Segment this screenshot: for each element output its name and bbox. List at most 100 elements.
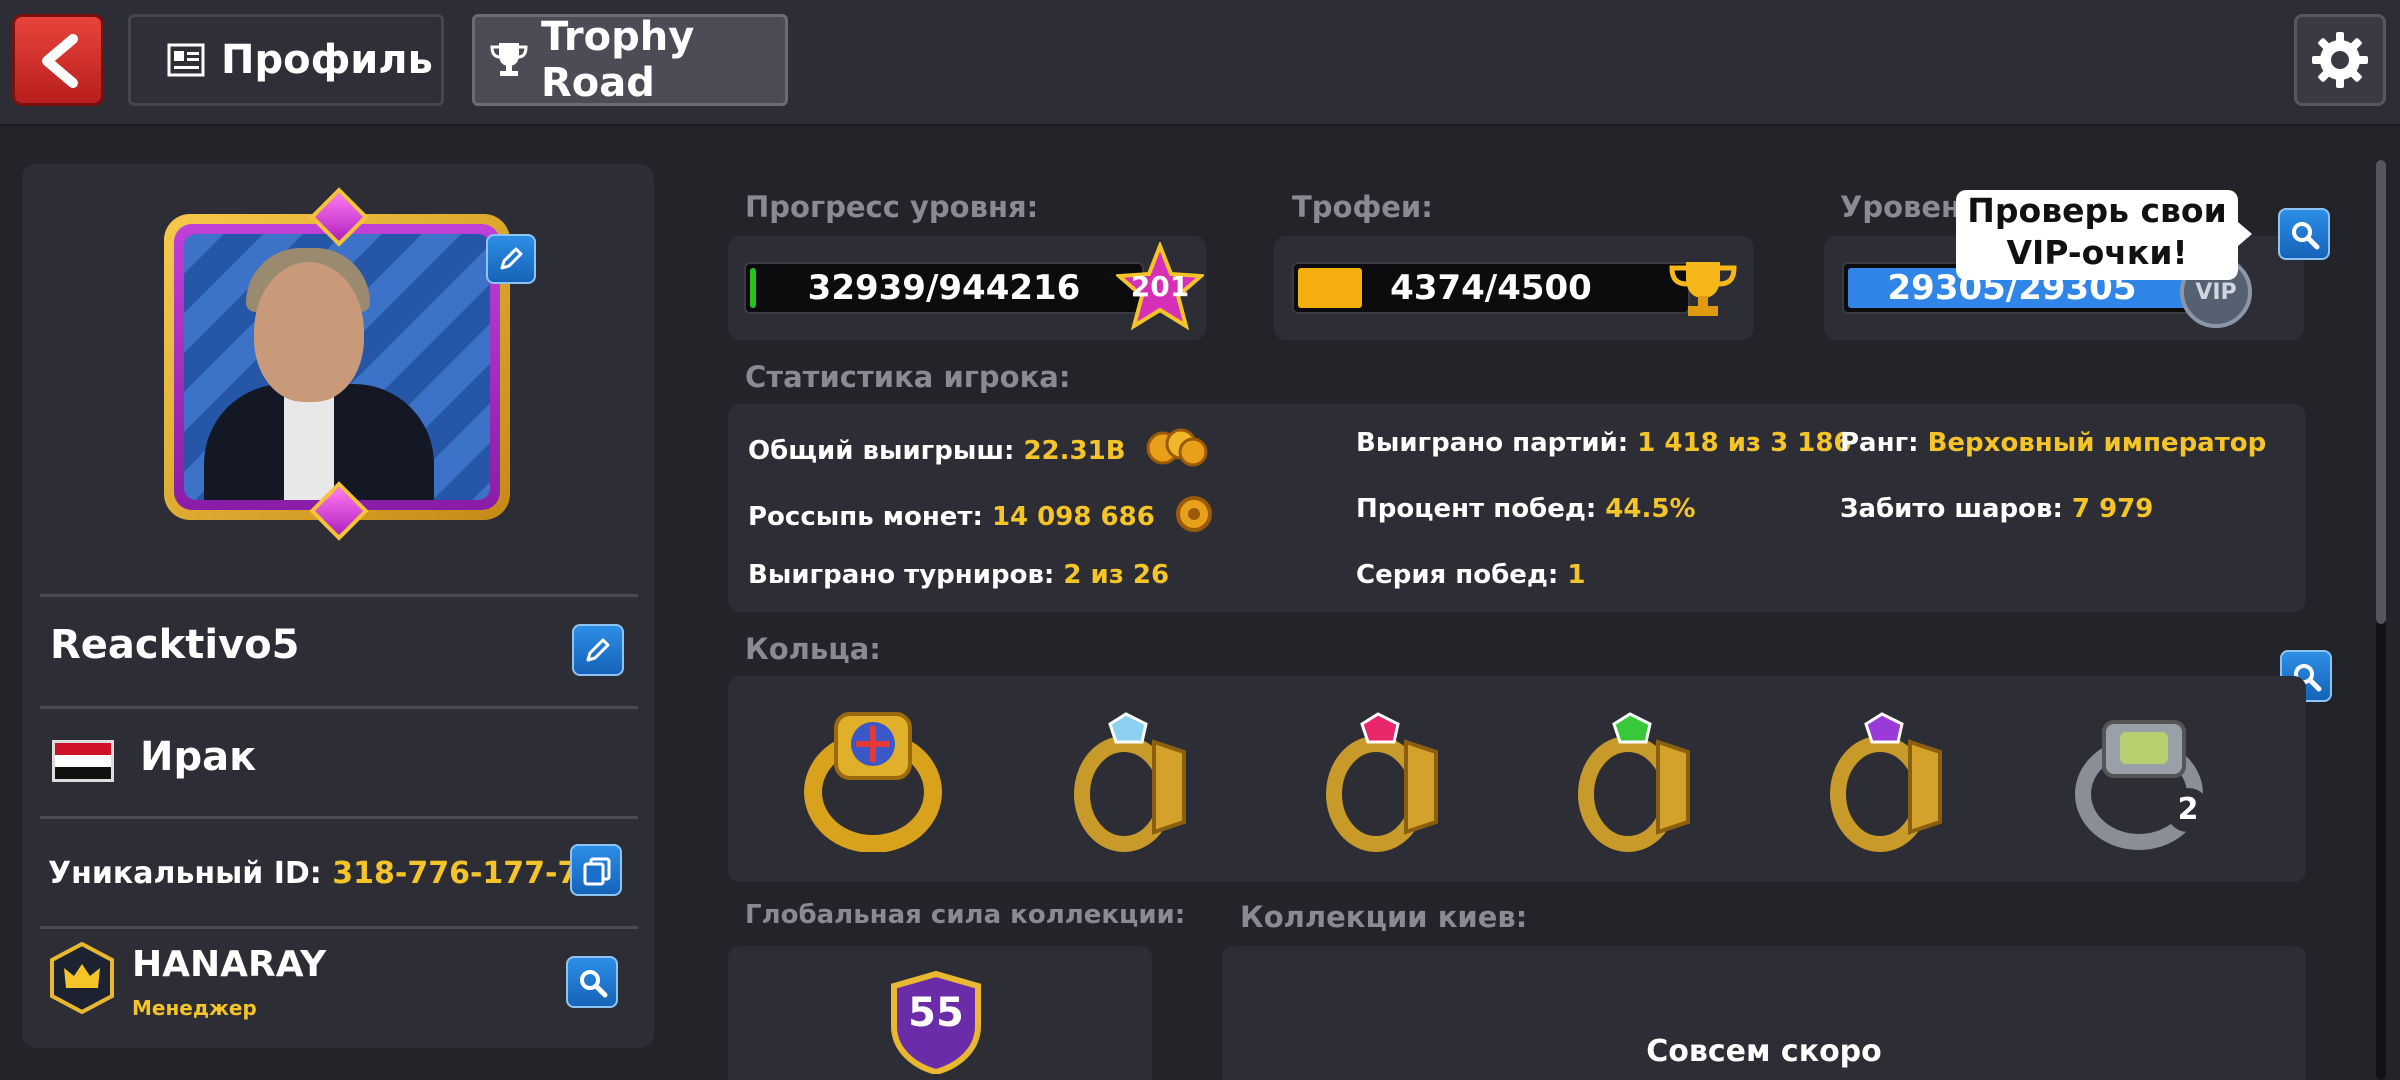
- scrollbar[interactable]: [2376, 160, 2386, 1080]
- rings-title: Кольца:: [745, 632, 881, 666]
- stat-value: 2 из 26: [1063, 560, 1170, 590]
- tab-profile-label: Профиль: [221, 37, 433, 83]
- avatar-frame: [164, 214, 510, 520]
- profile-panel: Reacktivo5 Ирак Уникальный ID: 318-776-1…: [22, 164, 654, 1048]
- copy-icon: [583, 857, 611, 886]
- stat-value: 1: [1567, 560, 1586, 590]
- trophies-bar: 4374/4500: [1292, 262, 1690, 314]
- cue-collections-box: Совсем скоро: [1222, 946, 2306, 1080]
- divider: [40, 816, 638, 819]
- level-progress-box: 32939/944216 201: [728, 236, 1206, 340]
- trophy-cup-icon: [1669, 262, 1737, 316]
- ring-heist-emerald-icon: [1578, 712, 1690, 852]
- iraq-flag-icon: [52, 740, 114, 782]
- country-name: Ирак: [140, 734, 257, 780]
- settings-button[interactable]: [2294, 14, 2386, 106]
- edit-username-button[interactable]: [572, 624, 624, 676]
- pencil-icon: [586, 638, 610, 662]
- unique-id-row: Уникальный ID: 318-776-177-7: [48, 856, 578, 891]
- stat-win-streak: Серия побед: 1: [1356, 560, 1585, 590]
- stat-games-won: Выиграно партий: 1 418 из 3 186: [1356, 428, 1852, 458]
- stat-label: Серия побед:: [1356, 560, 1559, 590]
- vip-search-button[interactable]: [2278, 208, 2330, 260]
- collection-power-label: Глобальная сила коллекции:: [745, 900, 1186, 930]
- tab-profile[interactable]: Профиль: [128, 14, 444, 106]
- ring-item[interactable]: [798, 702, 948, 853]
- tab-trophy-road-label: Trophy Road: [541, 14, 695, 106]
- vip-tooltip: Проверь свои VIP-очки!: [1956, 190, 2252, 280]
- stat-total-winnings: Общий выигрыш: 22.31B: [748, 428, 1209, 475]
- divider: [40, 706, 638, 709]
- collection-power-value: 55: [908, 990, 964, 1036]
- club-search-button[interactable]: [566, 956, 618, 1008]
- ring-heist-diamond-icon: [1074, 712, 1186, 852]
- stat-label: Выиграно партий:: [1356, 428, 1629, 458]
- ring-item[interactable]: [1306, 702, 1456, 852]
- ring-item[interactable]: 2: [2064, 702, 2214, 852]
- avatar-image: [184, 234, 490, 500]
- back-arrow-icon: [42, 34, 78, 88]
- level-star-badge: 201: [1114, 240, 1206, 332]
- ring-item[interactable]: [1054, 702, 1204, 852]
- collection-power-shield-icon: 55: [890, 970, 982, 1076]
- ring-masters-icon: [804, 712, 942, 853]
- scrollbar-thumb[interactable]: [2376, 160, 2386, 624]
- stat-label: Забито шаров:: [1840, 494, 2063, 524]
- top-bar: Профиль Trophy Road: [0, 0, 2400, 126]
- club-role: Менеджер: [132, 996, 257, 1020]
- copy-id-button[interactable]: [570, 844, 622, 896]
- level-progress-value: 32939/944216: [807, 268, 1081, 308]
- trophies-value: 4374/4500: [1390, 268, 1592, 308]
- stat-value: 14 098 686: [991, 502, 1155, 532]
- vip-badge-label: VIP: [2195, 279, 2237, 305]
- avatar: [164, 187, 536, 544]
- ring-count-badge: 2: [2166, 788, 2210, 832]
- pencil-icon: [500, 247, 523, 270]
- cue-collections-label: Коллекции киев:: [1240, 900, 1528, 934]
- tab-trophy-road[interactable]: Trophy Road: [472, 14, 788, 106]
- stat-rank: Ранг: Верховный император: [1840, 428, 2266, 458]
- stat-value: 7 979: [2071, 494, 2154, 524]
- divider: [40, 926, 638, 929]
- divider: [40, 594, 638, 597]
- stat-label: Процент побед:: [1356, 494, 1597, 524]
- edit-avatar-button[interactable]: [486, 234, 536, 284]
- ring-item[interactable]: [1810, 702, 1960, 852]
- club-crown-icon: [50, 941, 114, 1015]
- stat-label: Россыпь монет:: [748, 502, 983, 532]
- unique-id-label: Уникальный ID:: [48, 856, 322, 891]
- back-button[interactable]: [12, 14, 104, 106]
- stat-tournaments-won: Выиграно турниров: 2 из 26: [748, 560, 1169, 590]
- coin-icon: [1174, 494, 1214, 541]
- stat-value: 44.5%: [1605, 494, 1696, 524]
- ring-heist-ruby-icon: [1326, 712, 1438, 852]
- rings-box: 2: [728, 676, 2306, 882]
- level-progress-label: Прогресс уровня:: [745, 190, 1039, 224]
- trophies-label: Трофеи:: [1292, 190, 1433, 224]
- stat-label: Выиграно турниров:: [748, 560, 1055, 590]
- stat-win-rate: Процент побед: 44.5%: [1356, 494, 1696, 524]
- trophy-icon: [489, 41, 529, 79]
- player-stats-box: Общий выигрыш: 22.31B Выиграно партий: 1…: [728, 404, 2306, 612]
- stat-value: 1 418 из 3 186: [1637, 428, 1852, 458]
- player-stats-title: Статистика игрока:: [745, 360, 1071, 394]
- ring-heist-amethyst-icon: [1830, 712, 1942, 852]
- stat-balls-potted: Забито шаров: 7 979: [1840, 494, 2153, 524]
- coming-soon-text: Совсем скоро: [1646, 1034, 1882, 1069]
- coins-stack-icon: [1145, 428, 1209, 475]
- trophies-box: 4374/4500: [1274, 236, 1754, 340]
- unique-id-value: 318-776-177-7: [332, 856, 579, 891]
- stat-value: 22.31B: [1023, 436, 1126, 466]
- club-name: HANARAY: [132, 944, 327, 985]
- level-number: 201: [1130, 270, 1190, 303]
- gear-icon: [2312, 32, 2368, 88]
- username: Reacktivo5: [50, 622, 300, 668]
- search-icon: [2292, 222, 2320, 250]
- stat-coin-scatter: Россыпь монет: 14 098 686: [748, 494, 1214, 541]
- stat-value: Верховный император: [1927, 428, 2267, 458]
- level-progress-bar: 32939/944216: [744, 262, 1144, 314]
- search-icon: [580, 970, 608, 998]
- ring-item[interactable]: [1558, 702, 1708, 852]
- profile-card-icon: [167, 43, 205, 77]
- collection-power-box: 55: [728, 946, 1152, 1080]
